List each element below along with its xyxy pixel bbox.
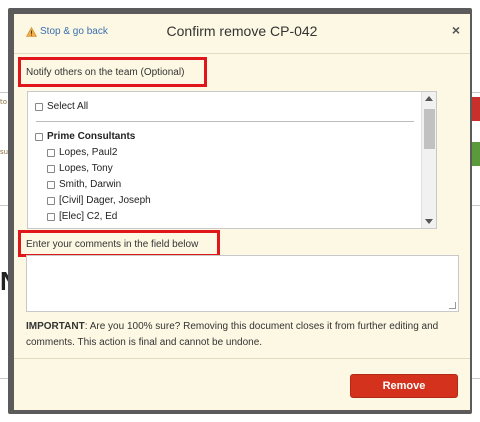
- comments-textarea[interactable]: [26, 255, 459, 312]
- group-row[interactable]: Prime Consultants: [35, 131, 135, 142]
- important-text: : Are you 100% sure? Removing this docum…: [26, 321, 439, 348]
- member-checkbox[interactable]: [47, 196, 55, 205]
- member-checkbox[interactable]: [47, 180, 55, 189]
- dialog-title: Confirm remove CP-042: [166, 23, 318, 39]
- important-notice: IMPORTANT: Are you 100% sure? Removing t…: [26, 319, 458, 351]
- scroll-thumb[interactable]: [424, 109, 435, 149]
- list-item[interactable]: [Civil] Dager, Joseph: [47, 195, 151, 206]
- member-label: Smith, Darwin: [59, 179, 122, 190]
- select-all-label: Select All: [47, 101, 89, 112]
- team-member-list-content: Select All Prime Consultants Lopes, Paul…: [28, 92, 422, 228]
- remove-button[interactable]: Remove: [350, 374, 458, 398]
- select-all-checkbox[interactable]: [35, 102, 43, 111]
- footer-divider: [14, 358, 470, 359]
- scroll-down-icon[interactable]: [425, 219, 433, 224]
- close-icon[interactable]: ×: [452, 22, 460, 38]
- dialog-header: Stop & go back Confirm remove CP-042 ×: [14, 14, 470, 54]
- list-item[interactable]: Lopes, Tony: [47, 163, 113, 174]
- resize-handle-icon[interactable]: [449, 302, 456, 309]
- list-item[interactable]: Smith, Darwin: [47, 179, 121, 190]
- member-checkbox[interactable]: [47, 148, 55, 157]
- list-divider: [36, 121, 414, 122]
- member-checkbox[interactable]: [47, 164, 55, 173]
- member-label: Lopes, Paul2: [59, 147, 118, 158]
- list-item[interactable]: [Elec] C2, Ed: [47, 211, 117, 222]
- member-checkbox[interactable]: [47, 212, 55, 221]
- background-text: to: [0, 98, 8, 106]
- notify-label: Notify others on the team (Optional): [26, 67, 185, 78]
- comments-label: Enter your comments in the field below: [26, 239, 199, 250]
- scroll-up-icon[interactable]: [425, 96, 433, 101]
- list-item[interactable]: Lopes, Paul2: [47, 147, 117, 158]
- important-label: IMPORTANT: [26, 321, 85, 332]
- team-member-list[interactable]: Select All Prime Consultants Lopes, Paul…: [27, 91, 437, 229]
- member-label: [Elec] C2, Ed: [59, 211, 118, 222]
- group-checkbox[interactable]: [35, 132, 43, 141]
- confirm-remove-dialog: Stop & go back Confirm remove CP-042 × N…: [14, 14, 470, 410]
- list-scrollbar[interactable]: [421, 92, 436, 228]
- group-label: Prime Consultants: [47, 131, 136, 142]
- member-label: [Civil] Dager, Joseph: [59, 195, 151, 206]
- member-label: Lopes, Tony: [59, 163, 113, 174]
- select-all-row[interactable]: Select All: [35, 101, 88, 112]
